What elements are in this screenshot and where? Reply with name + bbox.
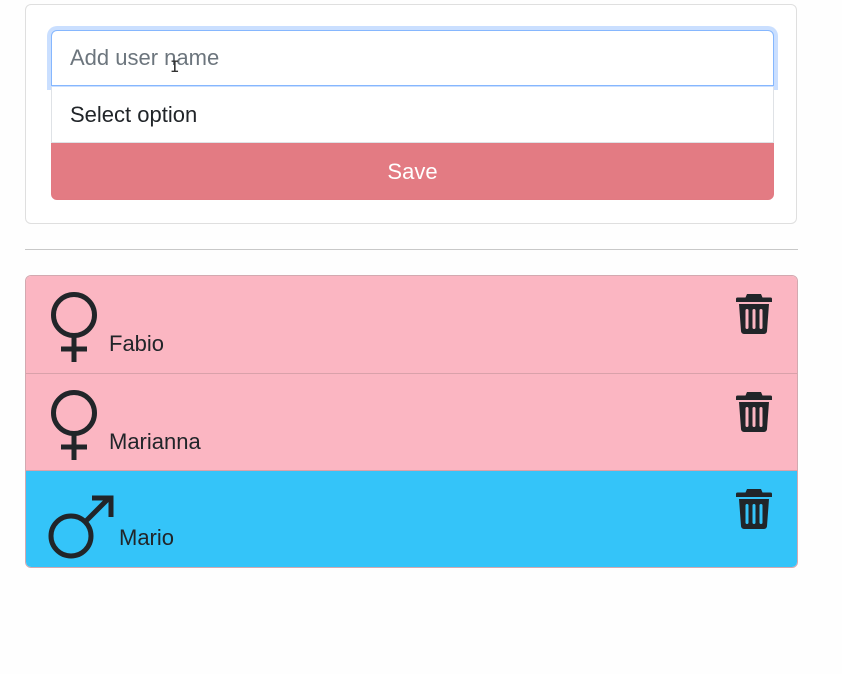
female-symbol-icon	[51, 292, 97, 362]
user-name: Marianna	[109, 429, 201, 454]
save-button-label: Save	[387, 158, 438, 184]
gender-select-value: Select option	[70, 101, 198, 127]
user-name: Mario	[119, 525, 175, 550]
save-button[interactable]: Save	[51, 143, 774, 200]
user-name-input[interactable]	[51, 30, 774, 86]
user-list: Fabio Marianna Mario	[25, 275, 798, 568]
user-form-card: I Select option Save	[25, 4, 797, 224]
trash-icon[interactable]	[736, 390, 772, 432]
trash-icon[interactable]	[736, 292, 772, 334]
user-row-fabio: Fabio	[26, 276, 797, 373]
male-symbol-icon	[48, 495, 114, 559]
female-symbol-icon	[51, 390, 97, 460]
divider	[25, 249, 798, 250]
user-name: Fabio	[109, 331, 165, 356]
trash-icon[interactable]	[736, 487, 772, 529]
user-row-marianna: Marianna	[26, 373, 797, 470]
user-row-mario: Mario	[26, 470, 797, 567]
gender-select[interactable]: Select option	[51, 87, 774, 143]
